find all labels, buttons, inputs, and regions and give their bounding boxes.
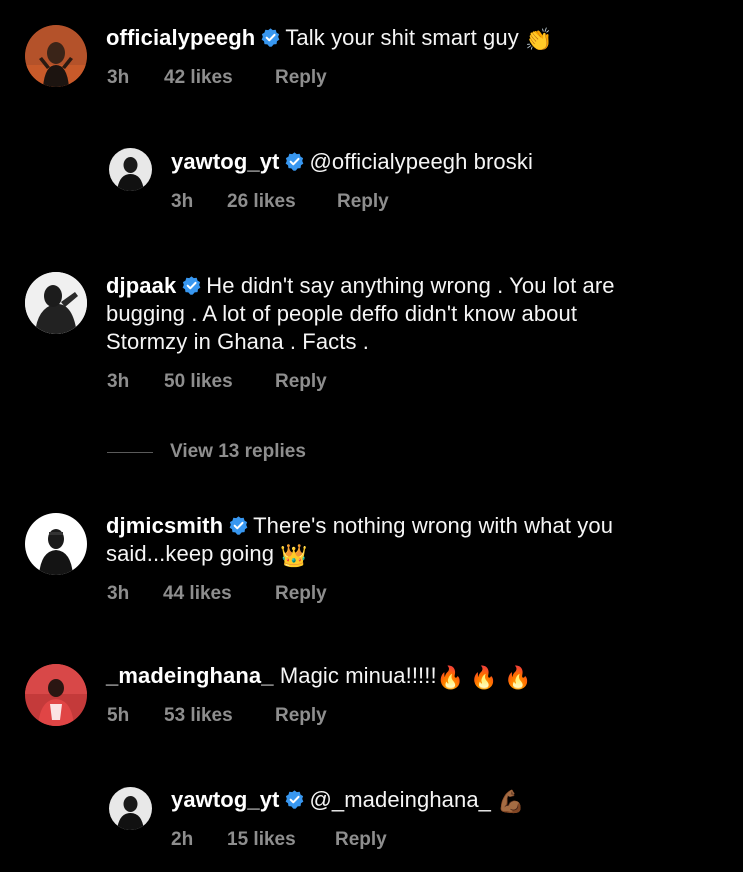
verified-badge-icon xyxy=(260,27,281,48)
fire-emoji: 🔥 🔥 🔥 xyxy=(436,665,532,690)
comment-text: djmicsmith There's nothing wrong with wha… xyxy=(106,512,736,568)
timestamp: 3h xyxy=(107,67,130,88)
comment-meta: 3h 50 likes Reply xyxy=(107,370,407,394)
avatar[interactable] xyxy=(25,272,87,334)
comment-meta: 3h 44 likes Reply xyxy=(107,582,407,606)
comment-text: officialypeegh Talk your shit smart guy 👏 xyxy=(106,24,726,52)
reply-button[interactable]: Reply xyxy=(335,828,387,852)
reply-button[interactable]: Reply xyxy=(275,704,327,728)
likes-count[interactable]: 42 likes xyxy=(164,66,233,90)
likes-count[interactable]: 53 likes xyxy=(164,704,233,728)
comment-text: djpaak He didn't say anything wrong . You… xyxy=(106,272,736,356)
timestamp: 3h xyxy=(171,191,194,212)
likes-count[interactable]: 50 likes xyxy=(164,370,233,394)
crown-emoji: 👑 xyxy=(280,543,308,568)
timestamp: 2h xyxy=(171,829,194,850)
view-replies-toggle[interactable]: View 13 replies xyxy=(107,440,367,464)
username[interactable]: _madeinghana_ xyxy=(106,663,274,688)
divider-line xyxy=(107,452,153,453)
view-replies-label[interactable]: View 13 replies xyxy=(170,440,306,464)
comment-text: yawtog_yt @_madeinghana_ 💪🏾 xyxy=(171,786,731,814)
reply-button[interactable]: Reply xyxy=(275,66,327,90)
comment-meta: 3h 42 likes Reply xyxy=(107,66,407,90)
comment-body-line-2: bugging . A lot of people deffo didn't k… xyxy=(106,301,578,326)
likes-count[interactable]: 26 likes xyxy=(227,190,296,214)
clapping-hands-emoji: 👏 xyxy=(525,27,553,52)
comment-text: _madeinghana_ Magic minua!!!!!🔥 🔥 🔥 xyxy=(106,662,736,690)
avatar[interactable] xyxy=(25,513,87,575)
verified-badge-icon xyxy=(228,515,249,536)
avatar[interactable] xyxy=(109,148,152,191)
username[interactable]: yawtog_yt xyxy=(171,149,279,174)
comment-body: @_madeinghana_ xyxy=(309,787,492,812)
avatar[interactable] xyxy=(109,787,152,830)
comment-body: Talk your shit smart guy xyxy=(285,25,519,50)
timestamp: 5h xyxy=(107,705,130,726)
reply-button[interactable]: Reply xyxy=(275,370,327,394)
username[interactable]: yawtog_yt xyxy=(171,787,279,812)
comment-body-line-3: Stormzy in Ghana . Facts . xyxy=(106,329,370,354)
likes-count[interactable]: 15 likes xyxy=(227,828,296,852)
comment-body-line-2: said...keep going xyxy=(106,541,275,566)
verified-badge-icon xyxy=(284,151,305,172)
flexed-biceps-emoji: 💪🏾 xyxy=(497,789,525,814)
comment-meta: 3h 26 likes Reply xyxy=(171,190,471,214)
comment-body-line-1: There's nothing wrong with what you xyxy=(253,513,614,538)
avatar[interactable] xyxy=(25,25,87,87)
timestamp: 3h xyxy=(107,583,130,604)
comment-body-line-1: He didn't say anything wrong . You lot a… xyxy=(206,273,615,298)
username[interactable]: djmicsmith xyxy=(106,513,223,538)
reply-button[interactable]: Reply xyxy=(337,190,389,214)
username[interactable]: officialypeegh xyxy=(106,25,255,50)
comment-body: @officialypeegh broski xyxy=(309,149,533,174)
timestamp: 3h xyxy=(107,371,130,392)
username[interactable]: djpaak xyxy=(106,273,176,298)
likes-count[interactable]: 44 likes xyxy=(163,582,232,606)
reply-button[interactable]: Reply xyxy=(275,582,327,606)
verified-badge-icon xyxy=(284,789,305,810)
comment-text: yawtog_yt @officialypeegh broski xyxy=(171,148,731,176)
comment-meta: 5h 53 likes Reply xyxy=(107,704,407,728)
avatar[interactable] xyxy=(25,664,87,726)
comment-body: Magic minua!!!!! xyxy=(279,663,437,688)
comment-meta: 2h 15 likes Reply xyxy=(171,828,471,852)
verified-badge-icon xyxy=(181,275,202,296)
